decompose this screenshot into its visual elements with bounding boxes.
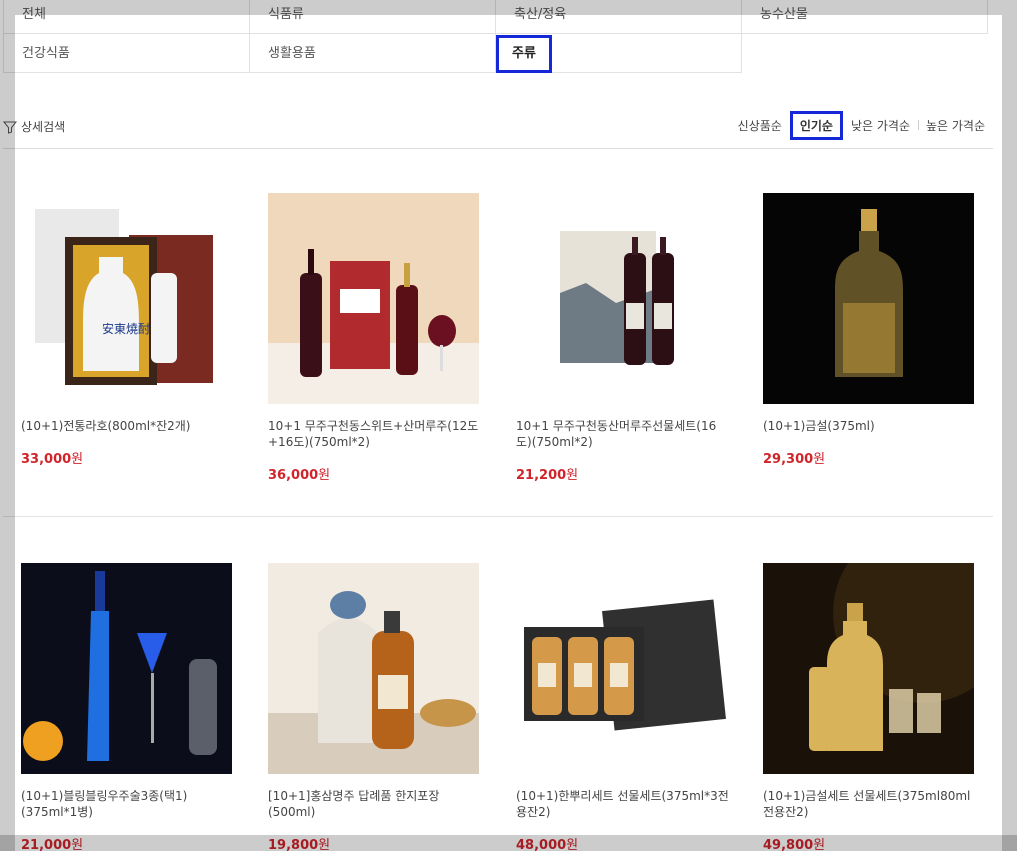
- product-name[interactable]: 10+1 무주구천동산머루주선물세트(16도)(750ml*2): [516, 418, 731, 450]
- detail-search-label: 상세검색: [21, 120, 66, 134]
- product-price: 29,300원: [763, 452, 826, 467]
- product-card[interactable]: [10+1]홍삼명주 답례품 한지포장(500ml) 19,800원: [268, 563, 498, 851]
- overlay-frame-left: [0, 15, 15, 851]
- product-name[interactable]: (10+1)금설세트 선물세트(375ml80ml전용잔2): [763, 788, 978, 820]
- sort-options: 신상품순 인기순 낮은 가격순 높은 가격순: [730, 110, 993, 140]
- product-price: 21,200원: [516, 468, 579, 483]
- product-card[interactable]: (10+1)금설(375ml) 29,300원: [763, 193, 993, 467]
- category-health[interactable]: 건강식품: [3, 33, 250, 73]
- row-divider: [3, 516, 993, 517]
- product-card[interactable]: 安東燒酎 (10+1)전통라호(800ml*잔2개) 33,000원: [21, 193, 251, 467]
- sort-high-price[interactable]: 높은 가격순: [917, 117, 993, 134]
- overlay-frame-right: [1002, 15, 1017, 851]
- product-name[interactable]: (10+1)블링블링우주술3종(택1)(375ml*1병): [21, 788, 236, 820]
- product-card[interactable]: (10+1)블링블링우주술3종(택1)(375ml*1병) 21,000원: [21, 563, 251, 851]
- product-name[interactable]: (10+1)전통라호(800ml*잔2개): [21, 418, 236, 434]
- list-toolbar: 상세검색 신상품순 인기순 낮은 가격순 높은 가격순: [3, 110, 993, 149]
- product-card[interactable]: (10+1)한뿌리세트 선물세트(375ml*3전용잔2) 48,000원: [516, 563, 746, 851]
- category-liquor-label[interactable]: 주류: [496, 35, 552, 73]
- overlay-frame-bottom: [0, 835, 1017, 851]
- category-living[interactable]: 생활용품: [249, 33, 496, 73]
- overlay-frame-top: [0, 0, 1017, 15]
- product-name[interactable]: (10+1)한뿌리세트 선물세트(375ml*3전용잔2): [516, 788, 731, 820]
- product-name[interactable]: 10+1 무주구천동스위트+산머루주(12도+16도)(750ml*2): [268, 418, 483, 450]
- svg-text:安東燒酎: 安東燒酎: [102, 321, 150, 336]
- product-card[interactable]: 10+1 무주구천동산머루주선물세트(16도)(750ml*2) 21,200원: [516, 193, 746, 483]
- product-image[interactable]: [763, 563, 974, 774]
- product-image[interactable]: [21, 563, 232, 774]
- sort-low-price[interactable]: 낮은 가격순: [843, 117, 918, 134]
- sort-popular[interactable]: 인기순: [789, 110, 843, 140]
- product-price: 33,000원: [21, 452, 84, 467]
- product-image[interactable]: 安東燒酎: [21, 193, 232, 404]
- product-image[interactable]: [763, 193, 974, 404]
- sort-newest[interactable]: 신상품순: [730, 117, 790, 134]
- product-image[interactable]: [268, 563, 479, 774]
- category-row-2: 건강식품 생활용품 주류: [3, 33, 993, 73]
- product-image[interactable]: [268, 193, 479, 404]
- product-image[interactable]: [516, 193, 727, 404]
- product-name[interactable]: [10+1]홍삼명주 답례품 한지포장(500ml): [268, 788, 483, 820]
- product-list-page: 전체 식품류 축산/정육 농수산물 건강식품 생활용품 주류 상세검색 신상품순…: [0, 0, 1017, 851]
- product-card[interactable]: (10+1)금설세트 선물세트(375ml80ml전용잔2) 49,800원: [763, 563, 993, 851]
- product-price: 36,000원: [268, 468, 331, 483]
- category-liquor[interactable]: 주류: [495, 33, 742, 73]
- product-name[interactable]: (10+1)금설(375ml): [763, 418, 978, 434]
- product-image[interactable]: [516, 563, 727, 774]
- product-card[interactable]: 10+1 무주구천동스위트+산머루주(12도+16도)(750ml*2) 36,…: [268, 193, 498, 483]
